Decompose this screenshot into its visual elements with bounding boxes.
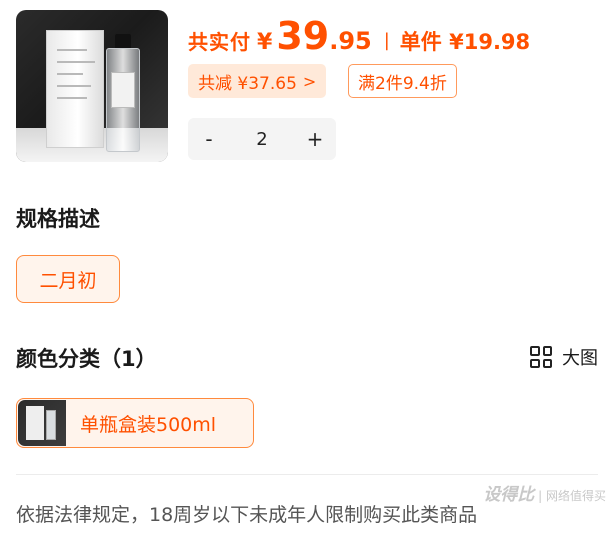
product-box	[46, 30, 104, 148]
section-divider	[16, 474, 598, 475]
quantity-stepper: - 2 +	[188, 118, 336, 160]
grid-icon	[530, 346, 552, 368]
big-image-toggle[interactable]: 大图	[530, 344, 598, 370]
promo-badge: 满2件9.4折	[348, 64, 457, 98]
price-summary: 共实付 ¥ 39 .95 | 单件 ¥19.98	[188, 14, 530, 58]
spec-option-selected[interactable]: 二月初	[16, 255, 120, 303]
spec-option-label: 二月初	[39, 269, 97, 292]
saving-text: 共减 ¥37.65	[198, 73, 297, 94]
watermark-brand: 设得比	[483, 485, 535, 505]
promo-text: 满2件9.4折	[358, 73, 447, 94]
price-separator: |	[383, 30, 390, 51]
spec-section-title: 规格描述	[16, 207, 100, 231]
watermark: 设得比 | 网络值得买	[483, 480, 606, 505]
increment-button[interactable]: +	[294, 127, 336, 151]
product-thumbnail[interactable]	[16, 10, 168, 162]
quantity-input[interactable]: 2	[230, 129, 294, 150]
decrement-button[interactable]: -	[188, 127, 230, 151]
color-option-thumbnail	[18, 400, 66, 446]
currency-symbol: ¥	[257, 30, 273, 55]
color-section-title: 颜色分类（1）	[16, 347, 157, 371]
color-option-selected[interactable]: 单瓶盒装500ml	[16, 398, 254, 448]
big-image-label: 大图	[562, 348, 598, 369]
unit-price: 单件 ¥19.98	[399, 30, 531, 54]
total-paid-label: 共实付	[188, 30, 251, 54]
chevron-right-icon: >	[302, 71, 317, 91]
color-option-label: 单瓶盒装500ml	[80, 413, 217, 436]
legal-notice: 依据法律规定，18周岁以下未成年人限制购买此类商品	[16, 504, 478, 526]
price-integer: 39	[276, 14, 330, 58]
price-decimal: .95	[329, 27, 372, 55]
bottle-label	[111, 72, 135, 108]
saving-detail-chip[interactable]: 共减 ¥37.65 >	[188, 64, 327, 98]
watermark-sub: | 网络值得买	[538, 489, 606, 503]
